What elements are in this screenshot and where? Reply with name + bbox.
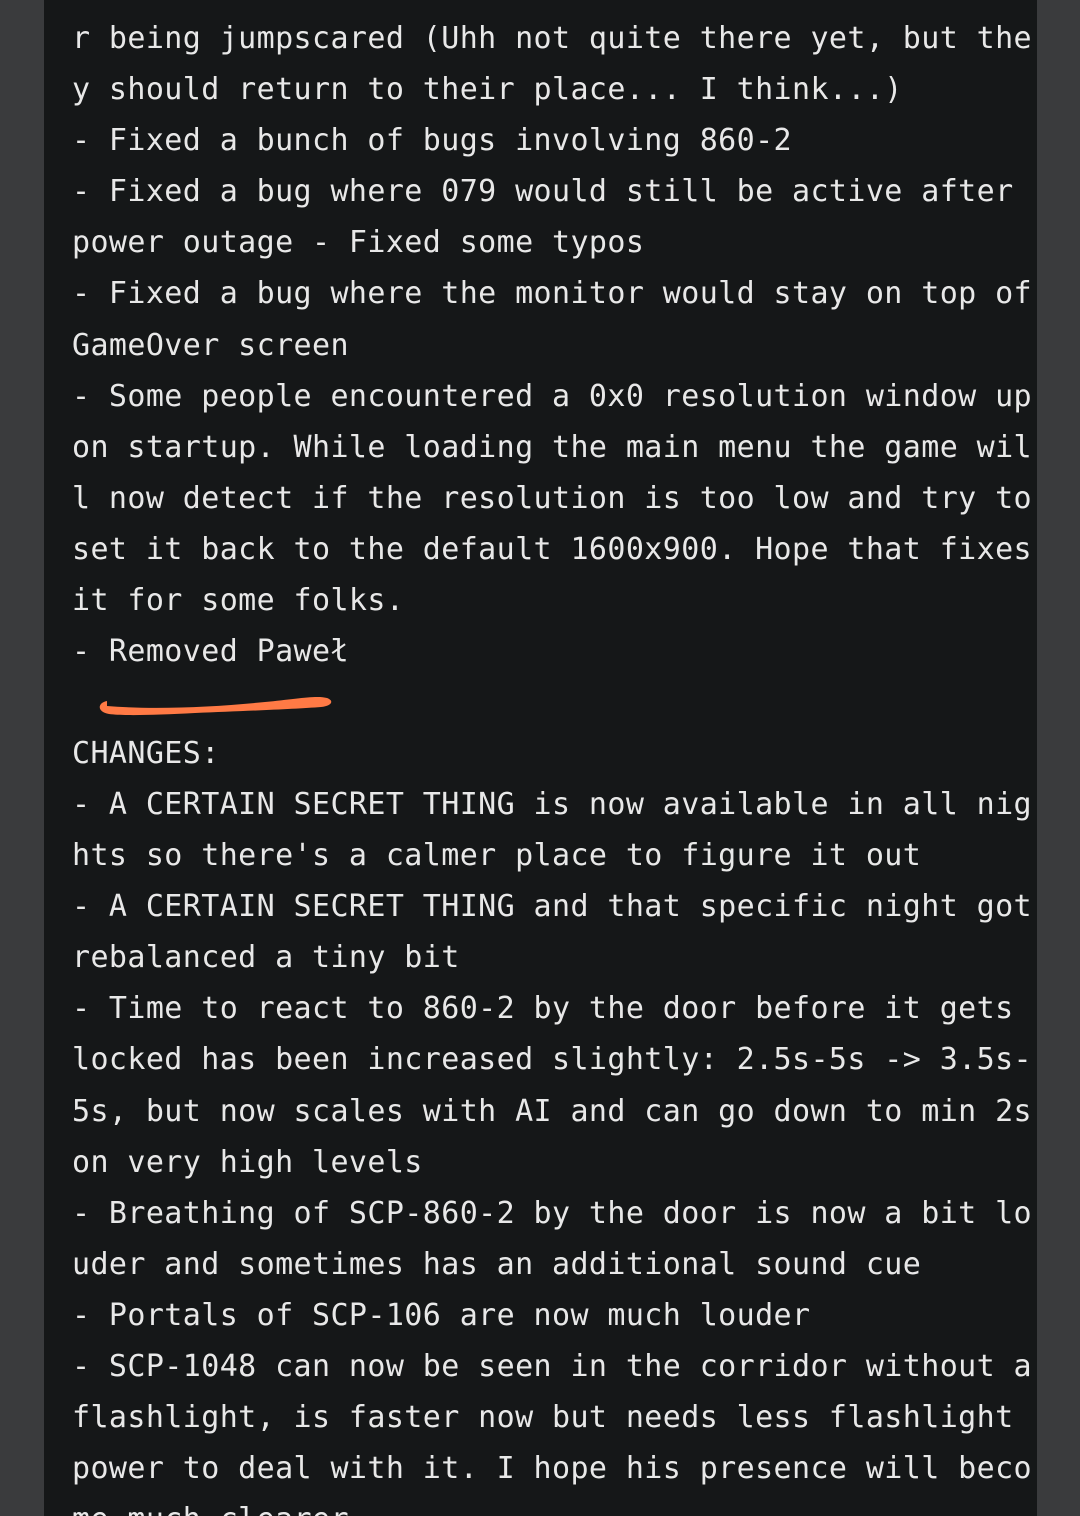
changelog-line: - A CERTAIN SECRET THING is now availabl… — [72, 787, 1032, 822]
changelog-line: 5s, but now scales with AI and can go do… — [72, 1094, 1032, 1129]
changelog-line: me much clearer — [72, 1494, 349, 1516]
changelog-line: rebalanced a tiny bit — [72, 940, 460, 975]
changelog-line: set it back to the default 1600x900. Hop… — [72, 532, 1032, 567]
changelog-line: on startup. While loading the main menu … — [72, 430, 1032, 465]
changelog-panel[interactable]: r being jumpscared (Uhh not quite there … — [44, 0, 1037, 1516]
changelog-line: uder and sometimes has an additional sou… — [72, 1247, 922, 1282]
changelog-line: y should return to their place... I thin… — [72, 72, 903, 107]
changelog-line: - Fixed a bunch of bugs involving 860-2 — [72, 123, 792, 158]
changelog-line: flashlight, is faster now but needs less… — [72, 1400, 1014, 1435]
changelog-text: r being jumpscared (Uhh not quite there … — [72, 0, 1032, 1516]
changelog-line: GameOver screen — [72, 328, 349, 363]
changelog-line: power outage - Fixed some typos — [72, 225, 645, 260]
changelog-line: locked has been increased slightly: 2.5s… — [72, 1042, 1032, 1077]
screen: r being jumpscared (Uhh not quite there … — [0, 0, 1080, 1516]
changelog-line: power to deal with it. I hope his presen… — [72, 1451, 1032, 1486]
changelog-line: - SCP-1048 can now be seen in the corrid… — [72, 1349, 1032, 1384]
changelog-line: on very high levels — [72, 1145, 423, 1180]
orange-underline-mark — [99, 696, 332, 716]
changelog-line-removed: - Removed Paweł — [72, 634, 349, 669]
changelog-line: it for some folks. — [72, 583, 405, 618]
highlight-stroke — [99, 696, 332, 716]
changelog-line: - Breathing of SCP-860-2 by the door is … — [72, 1196, 1032, 1231]
changes-heading: CHANGES: — [72, 736, 220, 771]
changelog-line: hts so there's a calmer place to figure … — [72, 838, 922, 873]
changelog-line: - Fixed a bug where 079 would still be a… — [72, 174, 1014, 209]
changelog-line: - Time to react to 860-2 by the door bef… — [72, 991, 1014, 1026]
changelog-line: - Portals of SCP-106 are now much louder — [72, 1298, 811, 1333]
changelog-line: r being jumpscared (Uhh not quite there … — [72, 21, 1032, 56]
changelog-line: - A CERTAIN SECRET THING and that specif… — [72, 889, 1032, 924]
changelog-line: - Fixed a bug where the monitor would st… — [72, 276, 1032, 311]
changelog-line: l now detect if the resolution is too lo… — [72, 481, 1032, 516]
changelog-line: - Some people encountered a 0x0 resoluti… — [72, 379, 1032, 414]
